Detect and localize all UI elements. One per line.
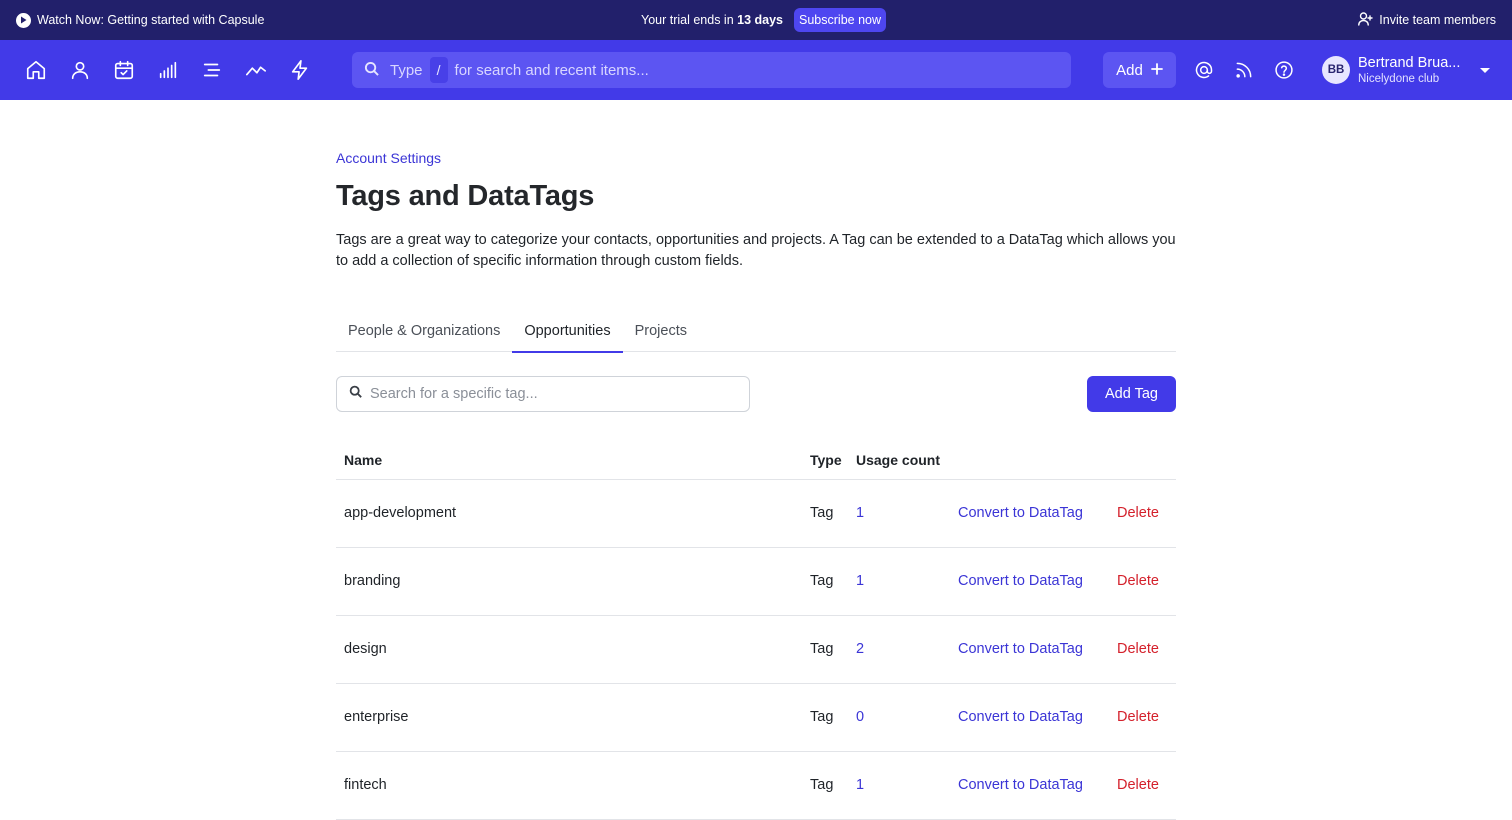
- tag-name: fintech: [344, 777, 387, 793]
- convert-to-datatag-button[interactable]: Convert to DataTag: [958, 709, 1083, 725]
- home-icon[interactable]: [24, 58, 48, 82]
- table-row: branding Tag 1 Convert to DataTag Delete: [336, 548, 1176, 616]
- tag-name: app-development: [344, 505, 457, 521]
- search-icon: [364, 61, 390, 80]
- delete-button[interactable]: Delete: [1117, 573, 1159, 589]
- trial-notice: Your trial ends in 13 days Subscribe now: [641, 8, 887, 32]
- add-button-label: Add: [1116, 61, 1143, 79]
- tag-toolbar: Add Tag: [336, 376, 1176, 412]
- tab-people-organizations[interactable]: People & Organizations: [336, 310, 512, 352]
- calendar-check-icon[interactable]: [112, 58, 136, 82]
- user-name: Bertrand Brua...: [1358, 54, 1461, 71]
- tag-type: Tag: [810, 573, 834, 589]
- convert-to-datatag-button[interactable]: Convert to DataTag: [958, 641, 1083, 657]
- user-info: Bertrand Brua... Nicelydone club: [1358, 55, 1460, 86]
- usage-count-link[interactable]: 1: [856, 505, 864, 521]
- invite-team-link[interactable]: Invite team members: [1358, 11, 1496, 29]
- help-icon[interactable]: [1273, 59, 1295, 81]
- tag-name: enterprise: [344, 709, 409, 725]
- usage-count-link[interactable]: 0: [856, 709, 864, 725]
- tag-name: design: [344, 641, 387, 657]
- subscribe-button[interactable]: Subscribe now: [794, 8, 887, 32]
- delete-button[interactable]: Delete: [1117, 641, 1159, 657]
- tag-tabs: People & Organizations Opportunities Pro…: [336, 310, 1176, 353]
- lightning-icon[interactable]: [288, 58, 312, 82]
- user-plus-icon: [1358, 11, 1373, 29]
- trial-days: 13 days: [737, 13, 784, 27]
- chevron-down-icon[interactable]: [1480, 68, 1490, 73]
- page-title: Tags and DataTags: [336, 180, 595, 212]
- table-header: Name Type Usage count: [336, 445, 1176, 480]
- tag-type: Tag: [810, 709, 834, 725]
- tag-name: branding: [344, 573, 401, 589]
- add-button[interactable]: Add: [1103, 52, 1176, 88]
- tags-table: Name Type Usage count app-development Ta…: [336, 445, 1176, 820]
- trend-line-icon[interactable]: [244, 58, 268, 82]
- tag-search-box: [336, 376, 750, 412]
- convert-to-datatag-button[interactable]: Convert to DataTag: [958, 505, 1083, 521]
- delete-button[interactable]: Delete: [1117, 505, 1159, 521]
- header-usage-count: Usage count: [856, 452, 941, 468]
- header-type: Type: [810, 452, 842, 468]
- promo-bar: Watch Now: Getting started with Capsule …: [0, 0, 1512, 40]
- avatar: BB: [1322, 56, 1350, 84]
- list-icon[interactable]: [200, 58, 224, 82]
- add-tag-button[interactable]: Add Tag: [1087, 376, 1176, 412]
- invite-team-text: Invite team members: [1379, 13, 1496, 27]
- table-row: app-development Tag 1 Convert to DataTag…: [336, 480, 1176, 548]
- play-icon: [16, 12, 31, 28]
- tab-opportunities[interactable]: Opportunities: [512, 310, 623, 353]
- convert-to-datatag-button[interactable]: Convert to DataTag: [958, 777, 1083, 793]
- convert-to-datatag-button[interactable]: Convert to DataTag: [958, 573, 1083, 589]
- breadcrumb[interactable]: Account Settings: [336, 150, 441, 166]
- person-icon[interactable]: [68, 58, 92, 82]
- feed-icon[interactable]: [1233, 59, 1255, 81]
- bar-chart-icon[interactable]: [156, 58, 180, 82]
- user-menu[interactable]: BB Bertrand Brua... Nicelydone club: [1322, 55, 1460, 86]
- search-shortcut-key: /: [429, 57, 448, 83]
- page-description: Tags are a great way to categorize your …: [336, 232, 1176, 269]
- settings-content: Account Settings Tags and DataTags Tags …: [336, 100, 1176, 820]
- nav-icons: [24, 58, 332, 82]
- tag-type: Tag: [810, 641, 834, 657]
- usage-count-link[interactable]: 1: [856, 777, 864, 793]
- mention-icon[interactable]: [1193, 59, 1215, 81]
- search-suffix: for search and recent items...: [454, 61, 649, 79]
- plus-icon: [1150, 62, 1163, 79]
- search-icon: [349, 385, 370, 403]
- trial-text: Your trial ends in: [641, 13, 734, 27]
- global-search-input[interactable]: Type / for search and recent items...: [352, 52, 1071, 88]
- tab-projects[interactable]: Projects: [623, 310, 699, 352]
- header-name: Name: [344, 452, 383, 468]
- search-prefix: Type: [390, 61, 423, 79]
- tag-type: Tag: [810, 505, 834, 521]
- watch-now-text: Watch Now: Getting started with Capsule: [37, 13, 265, 27]
- watch-now-link[interactable]: Watch Now: Getting started with Capsule: [16, 12, 265, 28]
- delete-button[interactable]: Delete: [1117, 777, 1159, 793]
- tag-type: Tag: [810, 777, 834, 793]
- table-row: fintech Tag 1 Convert to DataTag Delete: [336, 752, 1176, 820]
- main-nav: Type / for search and recent items... Ad…: [0, 40, 1512, 100]
- table-row: enterprise Tag 0 Convert to DataTag Dele…: [336, 684, 1176, 752]
- table-row: design Tag 2 Convert to DataTag Delete: [336, 616, 1176, 684]
- user-org: Nicelydone club: [1358, 72, 1440, 85]
- usage-count-link[interactable]: 2: [856, 641, 864, 657]
- tag-search-input[interactable]: [370, 386, 730, 402]
- delete-button[interactable]: Delete: [1117, 709, 1159, 725]
- usage-count-link[interactable]: 1: [856, 573, 864, 589]
